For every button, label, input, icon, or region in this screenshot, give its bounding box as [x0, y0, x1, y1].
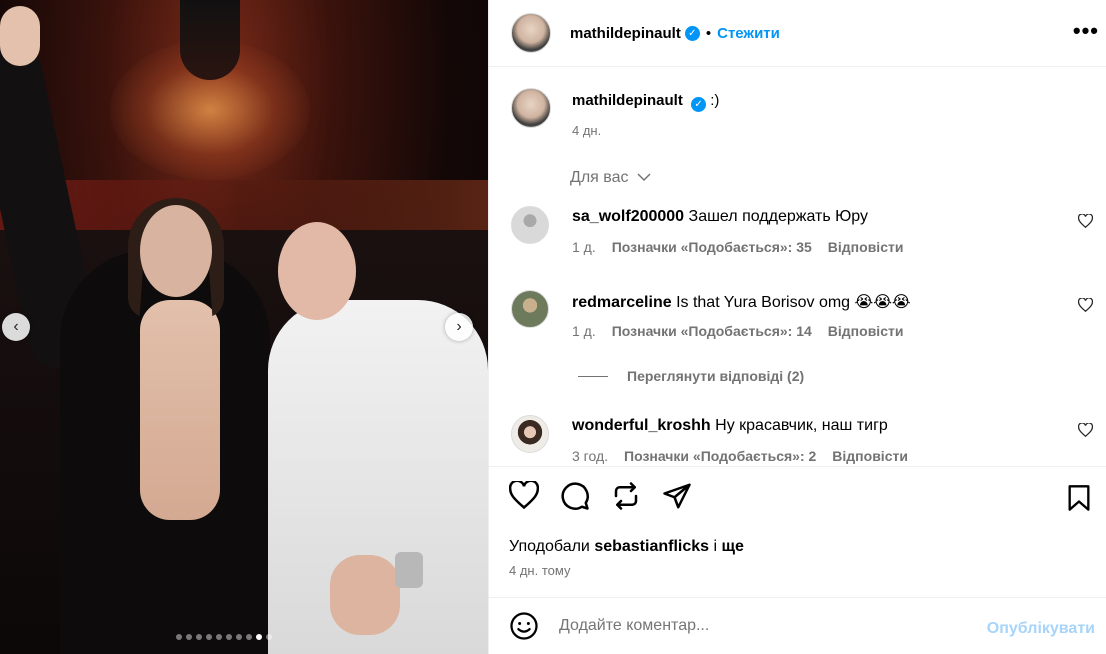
reply-button[interactable]: Відповісти — [828, 323, 904, 339]
carousel-next-button[interactable]: › — [445, 313, 473, 341]
commenter-avatar[interactable] — [511, 206, 549, 244]
photo-raised-hand — [0, 6, 40, 66]
verified-badge-icon: ✓ — [691, 97, 707, 112]
comment-sort-dropdown[interactable]: Для вас — [570, 169, 651, 187]
like-heart-icon[interactable] — [509, 481, 539, 511]
comment-likes-count[interactable]: Позначки «Подобається»: 14 — [612, 323, 812, 339]
reply-button[interactable]: Відповісти — [828, 239, 904, 255]
view-replies-button[interactable]: Переглянути відповіді (2) — [578, 368, 804, 384]
likes-summary: Уподобали sebastianflicks і ще — [509, 538, 744, 556]
carousel-prev-button[interactable]: ‹ — [2, 313, 30, 341]
commenter-username[interactable]: sa_wolf200000 — [572, 208, 684, 225]
carousel-dot — [176, 634, 182, 640]
emoji-icon[interactable] — [509, 611, 539, 641]
caption-timestamp: 4 дн. — [572, 123, 602, 138]
bookmark-icon[interactable] — [1066, 484, 1092, 512]
author-username[interactable]: mathildepinault — [570, 25, 681, 42]
post-header: mathildepinault ✓ • Стежити ••• — [489, 0, 1106, 67]
comment-bubble-icon[interactable] — [560, 481, 590, 511]
comment-text: Зашел поддержать Юру — [688, 208, 868, 225]
photo-lamp-fixture — [180, 0, 240, 80]
post-timestamp: 4 дн. тому — [509, 563, 571, 578]
chevron-down-icon — [637, 169, 651, 187]
comment-time: 3 год. — [572, 448, 609, 464]
likes-and: і — [713, 538, 718, 555]
carousel-dot — [266, 634, 272, 640]
carousel-dot — [196, 634, 202, 640]
likes-more-link[interactable]: ще — [722, 538, 744, 555]
caption-author-avatar[interactable] — [511, 88, 551, 128]
commenter-avatar[interactable] — [511, 415, 549, 453]
comment-input[interactable] — [559, 617, 959, 635]
post-actions — [509, 481, 692, 511]
post-caption: mathildepinault ✓ :) — [511, 88, 719, 128]
view-replies-label: Переглянути відповіді (2) — [627, 368, 805, 384]
photo-woman-face — [140, 205, 212, 297]
comment-likes-count[interactable]: Позначки «Подобається»: 35 — [612, 239, 812, 255]
caption-author-username[interactable]: mathildepinault — [572, 92, 683, 109]
likes-prefix: Уподобали — [509, 538, 590, 555]
comment-time: 1 д. — [572, 323, 596, 339]
liker-username[interactable]: sebastianflicks — [594, 538, 709, 555]
carousel-dot — [226, 634, 232, 640]
actions-divider — [489, 466, 1106, 467]
carousel-dots — [176, 634, 272, 640]
carousel-dot — [246, 634, 252, 640]
publish-button[interactable]: Опублікувати — [987, 620, 1095, 638]
like-comment-heart-icon[interactable] — [1077, 297, 1094, 316]
carousel-dot — [186, 634, 192, 640]
comment-item: redmarceline Is that Yura Borisov omg 😭😭… — [511, 290, 1106, 339]
photo-wristwatch — [395, 552, 423, 588]
repost-icon[interactable] — [611, 481, 641, 511]
add-comment-bar: Опублікувати — [489, 597, 1106, 654]
commenter-username[interactable]: redmarceline — [572, 294, 672, 311]
like-comment-heart-icon[interactable] — [1077, 422, 1094, 441]
commenter-avatar[interactable] — [511, 290, 549, 328]
comment-item: sa_wolf200000 Зашел поддержать Юру 1 д. … — [511, 206, 1106, 255]
separator-dot: • — [705, 24, 712, 42]
like-comment-heart-icon[interactable] — [1077, 213, 1094, 232]
carousel-dot — [236, 634, 242, 640]
comment-text: Ну красавчик, наш тигр — [715, 417, 888, 434]
comment-likes-count[interactable]: Позначки «Подобається»: 2 — [624, 448, 816, 464]
sort-label: Для вас — [570, 169, 629, 187]
post-photo[interactable]: ‹ › — [0, 0, 488, 654]
carousel-dot — [256, 634, 262, 640]
carousel-dot — [206, 634, 212, 640]
photo-man-face — [278, 222, 356, 320]
photo-woman-torso — [140, 300, 220, 520]
photo-man-hand — [330, 555, 400, 635]
author-avatar[interactable] — [511, 13, 551, 53]
comment-item: wonderful_kroshh Ну красавчик, наш тигр … — [511, 415, 1106, 464]
carousel-dot — [216, 634, 222, 640]
reply-button[interactable]: Відповісти — [832, 448, 908, 464]
more-options-icon[interactable]: ••• — [1073, 18, 1099, 44]
caption-text: :) — [710, 92, 720, 109]
verified-badge-icon: ✓ — [684, 25, 700, 41]
post-details-pane: mathildepinault ✓ • Стежити ••• mathilde… — [488, 0, 1106, 654]
comment-text: Is that Yura Borisov omg 😭😭😭 — [676, 294, 911, 311]
follow-button[interactable]: Стежити — [717, 25, 780, 42]
comment-time: 1 д. — [572, 239, 596, 255]
commenter-username[interactable]: wonderful_kroshh — [572, 417, 711, 434]
share-send-icon[interactable] — [662, 481, 692, 511]
replies-divider-line — [578, 375, 608, 377]
